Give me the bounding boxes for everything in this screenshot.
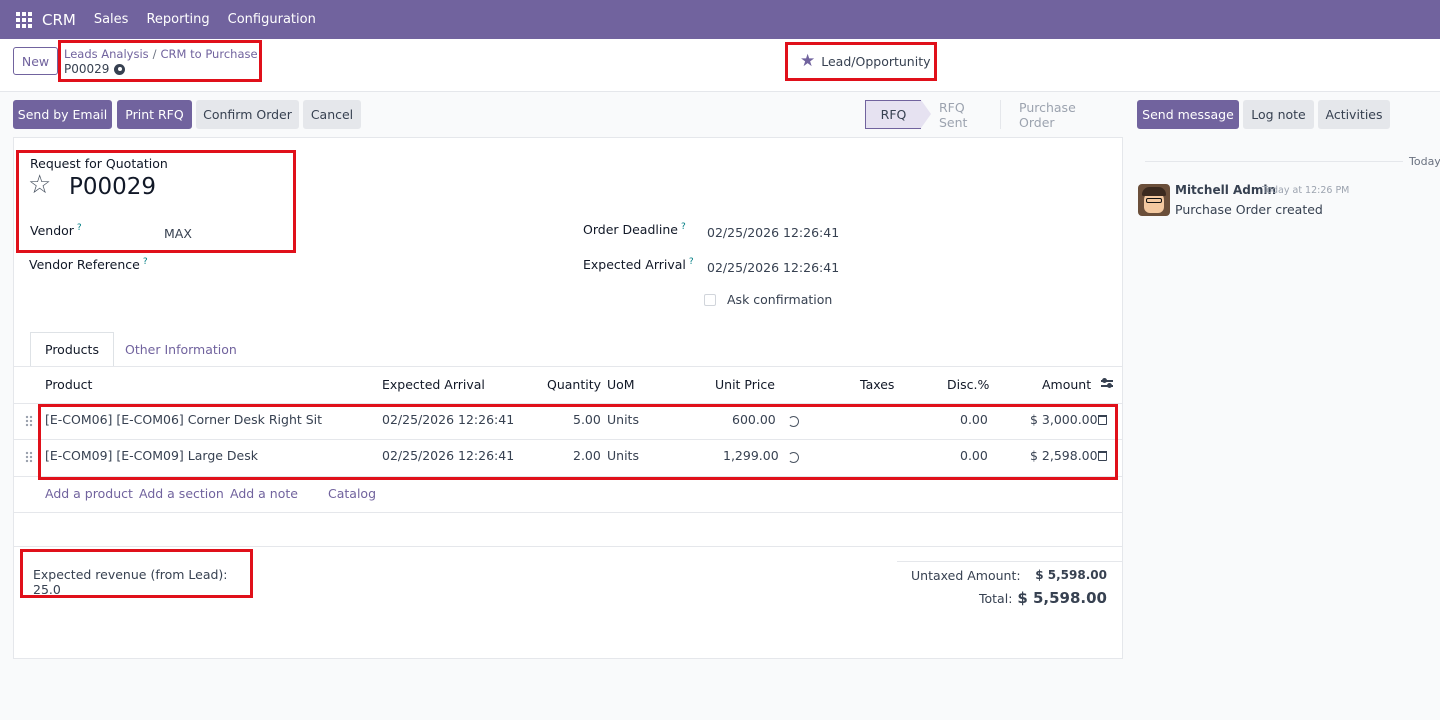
menu-configuration[interactable]: Configuration [228,12,316,27]
ask-confirmation-checkbox[interactable] [704,294,716,306]
divider [14,366,1122,367]
document-type-label: Request for Quotation [30,156,168,171]
expected-revenue-note: Expected revenue (from Lead): 25.0 [20,549,253,598]
date-separator: Today [1409,155,1440,168]
title-highlight: Request for Quotation ☆ P00029 Vendor? M… [16,150,296,253]
table-row-expected-arrival[interactable]: 02/25/2026 12:26:41 [382,448,514,463]
message-author[interactable]: Mitchell Admin [1175,183,1276,197]
vendor-reference-label: Vendor Reference? [29,257,148,273]
avatar[interactable] [1138,184,1170,216]
order-deadline-field[interactable]: 02/25/2026 12:26:41 [707,225,839,240]
divider [14,546,1122,547]
vendor-field[interactable]: MAX [164,226,192,241]
table-row-discount[interactable]: 0.00 [960,448,988,463]
confirm-order-button[interactable]: Confirm Order [196,100,299,129]
print-rfq-button[interactable]: Print RFQ [117,100,192,129]
table-row-uom[interactable]: Units [607,448,639,463]
menu-reporting[interactable]: Reporting [146,12,209,27]
stage-purchase-order[interactable]: Purchase Order [1001,100,1123,130]
ask-confirmation-label: Ask confirmation [727,292,833,307]
cancel-button[interactable]: Cancel [303,100,361,129]
order-deadline-label: Order Deadline? [583,222,686,238]
tab-other-information[interactable]: Other Information [111,332,251,367]
control-panel: New Leads Analysis / CRM to Purchase P0002… [0,39,1440,92]
send-message-button[interactable]: Send message [1137,100,1239,129]
breadcrumb-leads-analysis[interactable]: Leads Analysis [64,47,149,61]
untaxed-amount-value: $ 5,598.00 [1035,568,1107,582]
table-row-quantity[interactable]: 2.00 [573,448,601,463]
top-navbar: CRM Sales Reporting Configuration [0,0,1440,39]
apps-menu-icon[interactable] [16,11,32,28]
col-amount[interactable]: Amount [1042,377,1091,392]
expected-arrival-field[interactable]: 02/25/2026 12:26:41 [707,260,839,275]
breadcrumb-current-record: P00029 [64,62,110,76]
record-name: P00029 [69,174,157,200]
table-row-quantity[interactable]: 5.00 [573,412,601,427]
col-uom[interactable]: UoM [607,377,635,392]
star-icon: ★ [800,51,816,71]
divider [14,512,1122,513]
history-icon[interactable] [788,416,799,427]
priority-star-icon[interactable]: ☆ [28,172,51,198]
menu-sales[interactable]: Sales [94,12,129,27]
col-taxes[interactable]: Taxes [860,377,894,392]
table-row-expected-arrival[interactable]: 02/25/2026 12:26:41 [382,412,514,427]
col-quantity[interactable]: Quantity [547,377,601,392]
gear-icon[interactable] [114,63,126,75]
table-row-amount: $ 3,000.00 [1030,412,1098,427]
status-bar: RFQ RFQ Sent Purchase Order [865,100,1123,130]
send-by-email-button[interactable]: Send by Email [13,100,112,129]
trash-icon[interactable] [1098,451,1107,461]
activities-button[interactable]: Activities [1318,100,1390,129]
total-value: $ 5,598.00 [1017,589,1107,607]
vendor-label: Vendor? [30,223,82,239]
message-date: Today at 12:26 PM [1262,185,1350,196]
table-row-uom[interactable]: Units [607,412,639,427]
history-icon[interactable] [788,452,799,463]
breadcrumb-separator: / [152,47,157,61]
table-row-product[interactable]: [E-COM06] [E-COM06] Corner Desk Right Si… [45,412,322,427]
log-note-button[interactable]: Log note [1243,100,1314,129]
tab-products[interactable]: Products [30,332,114,367]
drag-handle-icon[interactable] [25,415,33,427]
catalog-link[interactable]: Catalog [328,486,376,501]
table-row-unit-price[interactable]: 1,299.00 [723,448,779,463]
lead-opportunity-smart-button[interactable]: ★ Lead/Opportunity [785,42,937,81]
drag-handle-icon[interactable] [25,451,33,463]
col-product[interactable]: Product [45,377,92,392]
help-icon[interactable]: ? [681,222,686,232]
col-unit-price[interactable]: Unit Price [715,377,775,392]
help-icon[interactable]: ? [689,257,694,267]
app-brand[interactable]: CRM [42,11,76,29]
table-row-unit-price[interactable]: 600.00 [732,412,776,427]
date-separator-line [1145,161,1403,162]
untaxed-amount-label: Untaxed Amount: [911,568,1021,583]
col-expected-arrival[interactable]: Expected Arrival [382,377,485,392]
smart-button-label: Lead/Opportunity [821,54,931,69]
table-row-amount: $ 2,598.00 [1030,448,1098,463]
stage-rfq-sent[interactable]: RFQ Sent [921,100,1001,130]
table-row-product[interactable]: [E-COM09] [E-COM09] Large Desk [45,448,258,463]
add-section-link[interactable]: Add a section [139,486,224,501]
divider [897,561,1122,562]
add-product-link[interactable]: Add a product [45,486,133,501]
expected-arrival-label: Expected Arrival? [583,257,694,273]
form-sheet: Request for Quotation ☆ P00029 Vendor? M… [13,137,1123,659]
help-icon[interactable]: ? [143,257,148,267]
message-body: Purchase Order created [1175,202,1323,217]
stage-rfq[interactable]: RFQ [865,100,931,129]
notebook-tabs: Products Other Information [14,332,1122,367]
table-row-discount[interactable]: 0.00 [960,412,988,427]
trash-icon[interactable] [1098,415,1107,425]
add-note-link[interactable]: Add a note [230,486,298,501]
breadcrumb: Leads Analysis / CRM to Purchase P00029 [58,40,262,82]
optional-columns-icon[interactable] [1101,378,1113,390]
breadcrumb-crm-to-purchase[interactable]: CRM to Purchase [161,47,258,61]
col-discount[interactable]: Disc.% [947,377,989,392]
new-button[interactable]: New [13,47,58,75]
help-icon[interactable]: ? [77,223,82,233]
